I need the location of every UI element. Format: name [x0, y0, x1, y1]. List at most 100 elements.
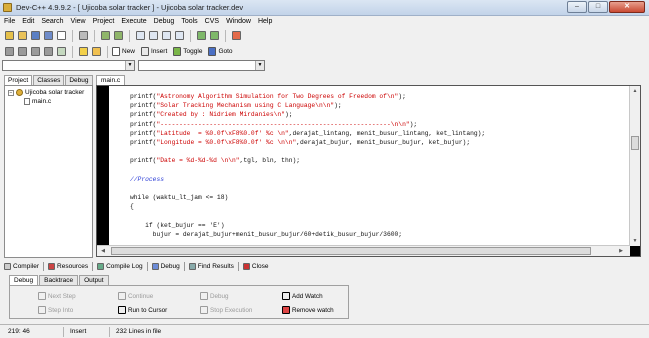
- menu-view[interactable]: View: [71, 16, 86, 27]
- find-next-button[interactable]: [160, 30, 172, 42]
- tab-resources[interactable]: Resources: [48, 263, 88, 270]
- insert-button[interactable]: Insert: [141, 46, 167, 58]
- vertical-scroll-thumb[interactable]: [631, 136, 639, 150]
- find-button[interactable]: [134, 30, 146, 42]
- menu-edit[interactable]: Edit: [22, 16, 34, 27]
- continue-button[interactable]: Continue: [118, 292, 153, 300]
- chevron-down-icon[interactable]: ▼: [125, 61, 134, 70]
- tab-debug-output[interactable]: Debug: [151, 263, 180, 270]
- scroll-down-icon[interactable]: ▼: [631, 237, 639, 245]
- goto-line-button[interactable]: [173, 30, 185, 42]
- code-line: printf("Latitude = %0.0f\xF8%0.0f' %c \n…: [130, 130, 485, 138]
- subtab-backtrace[interactable]: Backtrace: [39, 275, 79, 285]
- menu-project[interactable]: Project: [93, 16, 115, 27]
- code-token: ,derajat_lintang, menit_busur_lintang, k…: [288, 129, 486, 137]
- subtab-output[interactable]: Output: [79, 275, 109, 285]
- debug-button[interactable]: Debug: [200, 292, 229, 300]
- tab-debug[interactable]: Debug: [65, 75, 93, 85]
- next-step-button[interactable]: Next Step: [38, 292, 76, 300]
- minimize-button[interactable]: –: [567, 1, 587, 13]
- new-project-button[interactable]: [3, 30, 15, 42]
- goto-label: Goto: [218, 48, 233, 55]
- tab-classes[interactable]: Classes: [33, 75, 65, 85]
- cursor-position: 219: 46: [4, 327, 64, 337]
- menu-execute[interactable]: Execute: [121, 16, 146, 27]
- close-panel-button[interactable]: Close: [242, 263, 269, 270]
- chevron-down-icon[interactable]: ▼: [255, 61, 264, 70]
- scroll-left-icon[interactable]: ◀: [99, 247, 107, 255]
- code-token: );: [334, 102, 342, 110]
- tab-find-results-label: Find Results: [197, 263, 234, 270]
- tab-compiler[interactable]: Compiler: [4, 263, 39, 270]
- close-window-button[interactable]: ✕: [609, 1, 645, 13]
- devcpp-app-icon[interactable]: [3, 3, 12, 12]
- menu-tools[interactable]: Tools: [181, 16, 197, 27]
- tab-project[interactable]: Project: [4, 75, 33, 85]
- maximize-button[interactable]: □: [588, 1, 608, 13]
- string-literal: "Date = %d-%d-%d \n\n": [156, 157, 240, 165]
- next-step-label: Next Step: [48, 292, 76, 300]
- about-button[interactable]: [90, 46, 102, 58]
- goto-bookmark-button[interactable]: Goto: [208, 46, 233, 58]
- run-button[interactable]: [16, 46, 28, 58]
- add-to-project-button[interactable]: [195, 30, 207, 42]
- compile-run-button[interactable]: [29, 46, 41, 58]
- vertical-scrollbar[interactable]: ▲ ▼: [629, 86, 640, 246]
- tree-file-node[interactable]: main.c: [24, 98, 51, 105]
- redo-button[interactable]: [112, 30, 124, 42]
- code-editor[interactable]: printf("Astronomy Algorithm Simulation f…: [96, 85, 641, 257]
- scroll-up-icon[interactable]: ▲: [631, 87, 639, 95]
- tree-project-node[interactable]: − Ujicoba solar tracker: [8, 89, 84, 96]
- tab-find-results[interactable]: Find Results: [188, 263, 234, 270]
- tab-compile-log[interactable]: Compile Log: [97, 263, 143, 270]
- subtab-debug[interactable]: Debug: [9, 275, 39, 285]
- horizontal-scrollbar[interactable]: ◀ ▶: [97, 245, 630, 256]
- menu-help[interactable]: Help: [258, 16, 272, 27]
- stop-execution-button[interactable]: Stop Execution: [200, 306, 252, 314]
- class-combo[interactable]: ▼: [2, 60, 135, 71]
- code-token: ,tgl, bln, thn);: [239, 157, 301, 165]
- check-syntax-button[interactable]: [55, 46, 67, 58]
- tab-main-c[interactable]: main.c: [96, 75, 126, 85]
- code-area[interactable]: printf("Astronomy Algorithm Simulation f…: [109, 86, 629, 246]
- string-literal: "---------------------------------------…: [156, 120, 410, 128]
- toggle-bookmark-button[interactable]: Toggle: [173, 46, 202, 58]
- compiler-icon: [4, 263, 11, 270]
- menu-file[interactable]: File: [4, 16, 15, 27]
- run-to-cursor-button[interactable]: Run to Cursor: [118, 306, 167, 314]
- open-file-button[interactable]: [16, 30, 28, 42]
- remove-watch-button[interactable]: Remove watch: [282, 306, 334, 314]
- add-watch-button[interactable]: Add Watch: [282, 292, 323, 300]
- print-button[interactable]: [77, 30, 89, 42]
- code-line: printf("--------------------------------…: [130, 121, 417, 129]
- toolbar-separator: [72, 45, 73, 58]
- member-combo[interactable]: ▼: [138, 60, 265, 71]
- remove-from-project-button[interactable]: [208, 30, 220, 42]
- menu-debug[interactable]: Debug: [154, 16, 175, 27]
- menu-search[interactable]: Search: [41, 16, 63, 27]
- close-panel-icon: [242, 263, 250, 270]
- collapse-icon[interactable]: −: [8, 89, 14, 96]
- step-into-button[interactable]: Step Into: [38, 306, 73, 314]
- toolbar-separator: [190, 29, 191, 42]
- scroll-right-icon[interactable]: ▶: [617, 247, 625, 255]
- horizontal-scroll-thumb[interactable]: [111, 247, 591, 255]
- save-all-button[interactable]: [42, 30, 54, 42]
- rebuild-all-button[interactable]: [42, 46, 54, 58]
- new-button[interactable]: New: [112, 46, 135, 58]
- undo-button[interactable]: [99, 30, 111, 42]
- code-token: printf(: [130, 157, 157, 165]
- project-options-button[interactable]: [230, 30, 242, 42]
- menu-window[interactable]: Window: [226, 16, 251, 27]
- next-step-icon: [38, 292, 46, 300]
- tab-resources-label: Resources: [57, 263, 89, 270]
- close-file-button[interactable]: [55, 30, 67, 42]
- replace-button[interactable]: [147, 30, 159, 42]
- string-literal: "Created by : Nidriem Mirdanies\n": [156, 111, 285, 119]
- project-options-icon: [231, 31, 241, 40]
- compile-button[interactable]: [3, 46, 15, 58]
- help-button[interactable]: [77, 46, 89, 58]
- menu-cvs[interactable]: CVS: [205, 16, 219, 27]
- compile-run-icon: [30, 47, 40, 56]
- save-button[interactable]: [29, 30, 41, 42]
